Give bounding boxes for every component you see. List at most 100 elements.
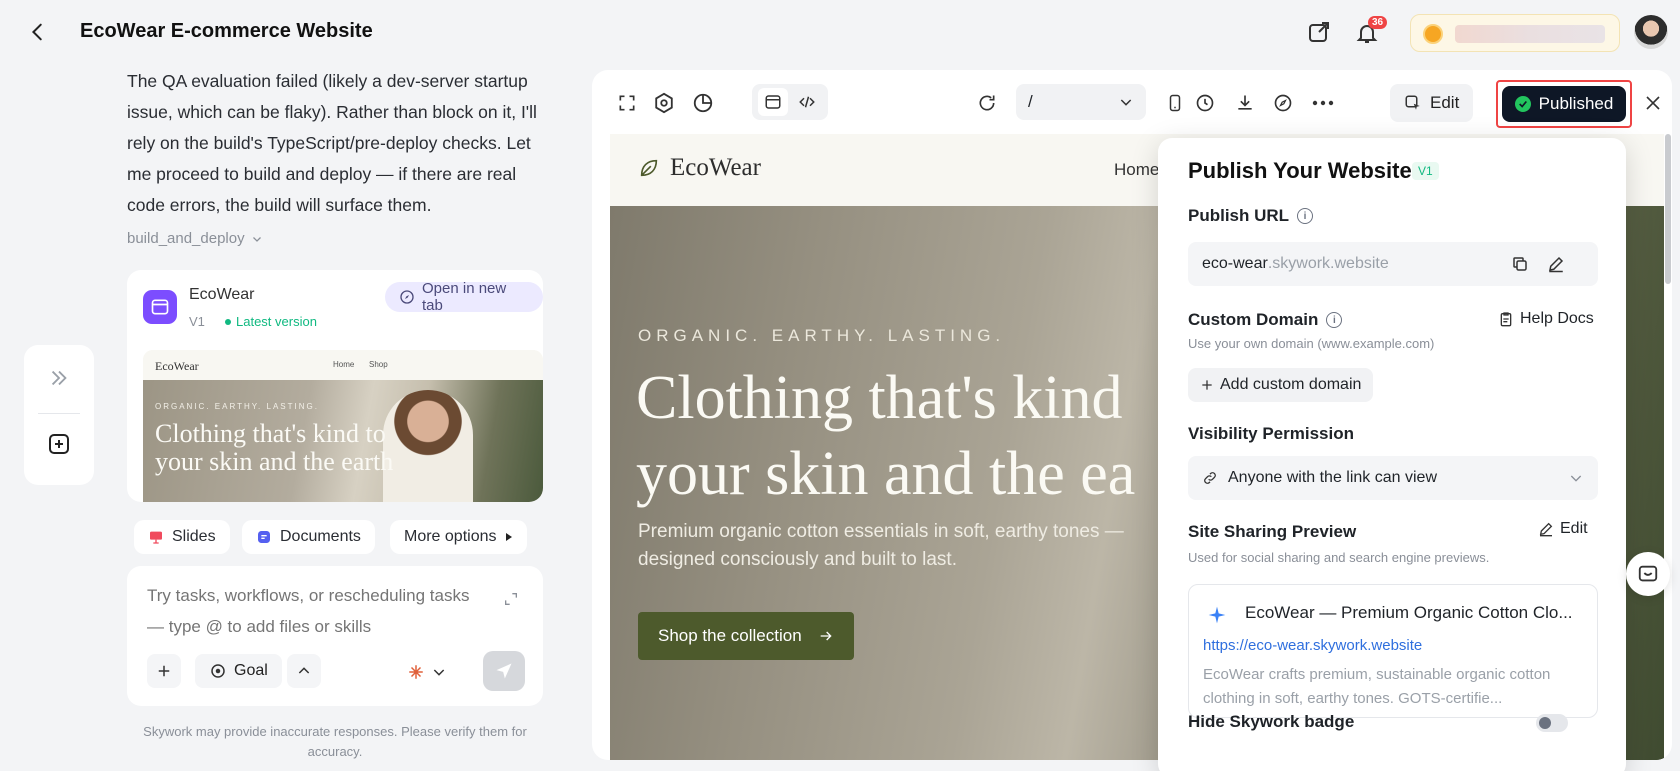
- expand-composer-icon[interactable]: [500, 588, 522, 610]
- prompt-input[interactable]: [147, 580, 477, 644]
- visibility-select[interactable]: Anyone with the link can view: [1188, 456, 1598, 500]
- preview-mode-icon[interactable]: [758, 88, 788, 116]
- site-logo[interactable]: EcoWear: [638, 154, 761, 182]
- slides-icon: [148, 529, 164, 545]
- more-icon[interactable]: [1308, 88, 1338, 118]
- more-options-chip[interactable]: More options: [390, 520, 527, 554]
- thumbnail-nav-shop: Shop: [369, 360, 388, 369]
- thumbnail-headline: Clothing that's kind to your skin and th…: [155, 419, 394, 476]
- publish-title: Publish Your Website: [1188, 158, 1412, 183]
- pencil-icon[interactable]: [1546, 254, 1566, 274]
- refresh-icon[interactable]: [972, 88, 1002, 118]
- publish-popover: Publish Your Website V1 Publish URL i ec…: [1158, 138, 1626, 771]
- compass-icon: [399, 289, 415, 305]
- tool-call-toggle[interactable]: build_and_deploy: [127, 230, 263, 247]
- compass-icon[interactable]: [1268, 88, 1298, 118]
- published-highlight: Published: [1496, 80, 1632, 128]
- arrow-right-icon: [818, 628, 834, 644]
- hide-badge-toggle[interactable]: [1536, 714, 1568, 732]
- hero-kicker: ORGANIC. EARTHY. LASTING.: [638, 326, 1006, 345]
- shop-collection-button[interactable]: Shop the collection: [638, 612, 854, 660]
- notification-count-badge: 36: [1368, 16, 1388, 29]
- project-card[interactable]: EcoWear V1 Latest version Open in new ta…: [127, 270, 543, 502]
- edit-button[interactable]: Edit: [1390, 84, 1474, 122]
- documents-chip[interactable]: Documents: [242, 520, 375, 554]
- route-select[interactable]: /: [1016, 84, 1146, 120]
- project-version: V1: [189, 314, 205, 329]
- sparkle-model-icon: [407, 663, 425, 681]
- code-mode-icon[interactable]: [792, 88, 822, 116]
- new-task-icon[interactable]: [44, 429, 74, 459]
- publish-url-field[interactable]: eco-wear .skywork.website: [1188, 242, 1598, 286]
- chevron-down-icon: [431, 664, 447, 680]
- plus-icon: [1200, 378, 1214, 392]
- coin-icon: [1423, 24, 1443, 44]
- preview-scrollbar[interactable]: [1665, 134, 1671, 284]
- model-selector[interactable]: [407, 658, 447, 686]
- sharing-hint: Used for social sharing and search engin…: [1188, 550, 1490, 565]
- hero-headline: Clothing that's kind your skin and the e…: [636, 364, 1136, 508]
- copy-icon[interactable]: [1510, 254, 1530, 274]
- analytics-icon[interactable]: [688, 88, 718, 118]
- publish-url-label: Publish URL i: [1188, 206, 1314, 226]
- project-thumbnail[interactable]: EcoWear Home Shop ORGANIC. EARTHY. LASTI…: [143, 350, 543, 502]
- share-card-link[interactable]: https://eco-wear.skywork.website: [1203, 637, 1422, 654]
- mobile-view-icon[interactable]: [1160, 88, 1190, 118]
- edit-cursor-icon: [1404, 94, 1422, 112]
- clipboard-icon: [1498, 311, 1514, 327]
- open-in-new-tab-button[interactable]: Open in new tab: [385, 280, 543, 314]
- info-icon[interactable]: i: [1326, 312, 1343, 328]
- settings-icon[interactable]: [649, 88, 679, 118]
- avatar[interactable]: [1634, 15, 1668, 49]
- credits-pill[interactable]: [1410, 14, 1620, 52]
- assistant-message: The QA evaluation failed (likely a dev-s…: [127, 71, 537, 215]
- hero-subtext: Premium organic cotton essentials in sof…: [638, 521, 1124, 570]
- thumbnail-nav-home: Home: [333, 360, 355, 369]
- history-icon[interactable]: [1190, 88, 1220, 118]
- close-icon[interactable]: [1638, 88, 1668, 118]
- website-app-icon: [143, 290, 177, 324]
- published-button[interactable]: Published: [1502, 86, 1626, 122]
- chevron-down-icon: [1568, 470, 1584, 486]
- back-icon[interactable]: [24, 18, 52, 46]
- help-docs-link[interactable]: Help Docs: [1498, 310, 1594, 328]
- goal-button[interactable]: Goal: [195, 654, 282, 688]
- sparkle-icon: [1207, 605, 1227, 625]
- share-preview-card: EcoWear — Premium Organic Cotton Clo... …: [1188, 584, 1598, 718]
- add-attachment-button[interactable]: [147, 654, 181, 688]
- url-domain: .skywork.website: [1267, 255, 1389, 272]
- disclaimer: Skywork may provide inaccurate responses…: [143, 724, 527, 759]
- documents-icon: [256, 529, 272, 545]
- info-icon[interactable]: i: [1297, 208, 1314, 224]
- chevron-down-icon: [1118, 94, 1134, 110]
- leaf-icon: [638, 157, 660, 179]
- tool-call-label: build_and_deploy: [127, 230, 245, 247]
- sharing-preview-label: Site Sharing Preview: [1188, 522, 1357, 541]
- caret-right-icon: [505, 532, 513, 542]
- site-nav-home[interactable]: Home: [1114, 160, 1159, 180]
- pencil-icon: [1538, 521, 1554, 537]
- custom-domain-hint: Use your own domain (www.example.com): [1188, 336, 1435, 351]
- sharing-edit-button[interactable]: Edit: [1538, 520, 1588, 538]
- page-title: EcoWear E-commerce Website: [80, 20, 373, 42]
- publish-version-badge: V1: [1412, 162, 1439, 180]
- feedback-icon[interactable]: [1626, 552, 1670, 596]
- thumbnail-logo: EcoWear: [155, 359, 199, 373]
- hide-badge-label: Hide Skywork badge: [1188, 712, 1355, 731]
- left-rail: [24, 345, 94, 485]
- fullscreen-icon[interactable]: [612, 88, 642, 118]
- expand-sidebar-icon[interactable]: [44, 363, 74, 393]
- chevron-up-icon[interactable]: [287, 654, 321, 688]
- credits-redacted: [1455, 25, 1605, 43]
- slides-chip[interactable]: Slides: [134, 520, 230, 554]
- external-share-icon[interactable]: [1305, 18, 1333, 46]
- thumbnail-nav: EcoWear Home Shop: [143, 350, 543, 380]
- share-card-description: EcoWear crafts premium, sustainable orga…: [1203, 666, 1551, 707]
- send-button[interactable]: [483, 651, 525, 691]
- composer: Goal: [127, 566, 543, 706]
- thumbnail-kicker: ORGANIC. EARTHY. LASTING.: [155, 402, 319, 411]
- add-custom-domain-button[interactable]: Add custom domain: [1188, 368, 1374, 402]
- link-icon: [1202, 470, 1218, 486]
- download-icon[interactable]: [1230, 88, 1260, 118]
- latest-version-badge: Latest version: [225, 314, 317, 329]
